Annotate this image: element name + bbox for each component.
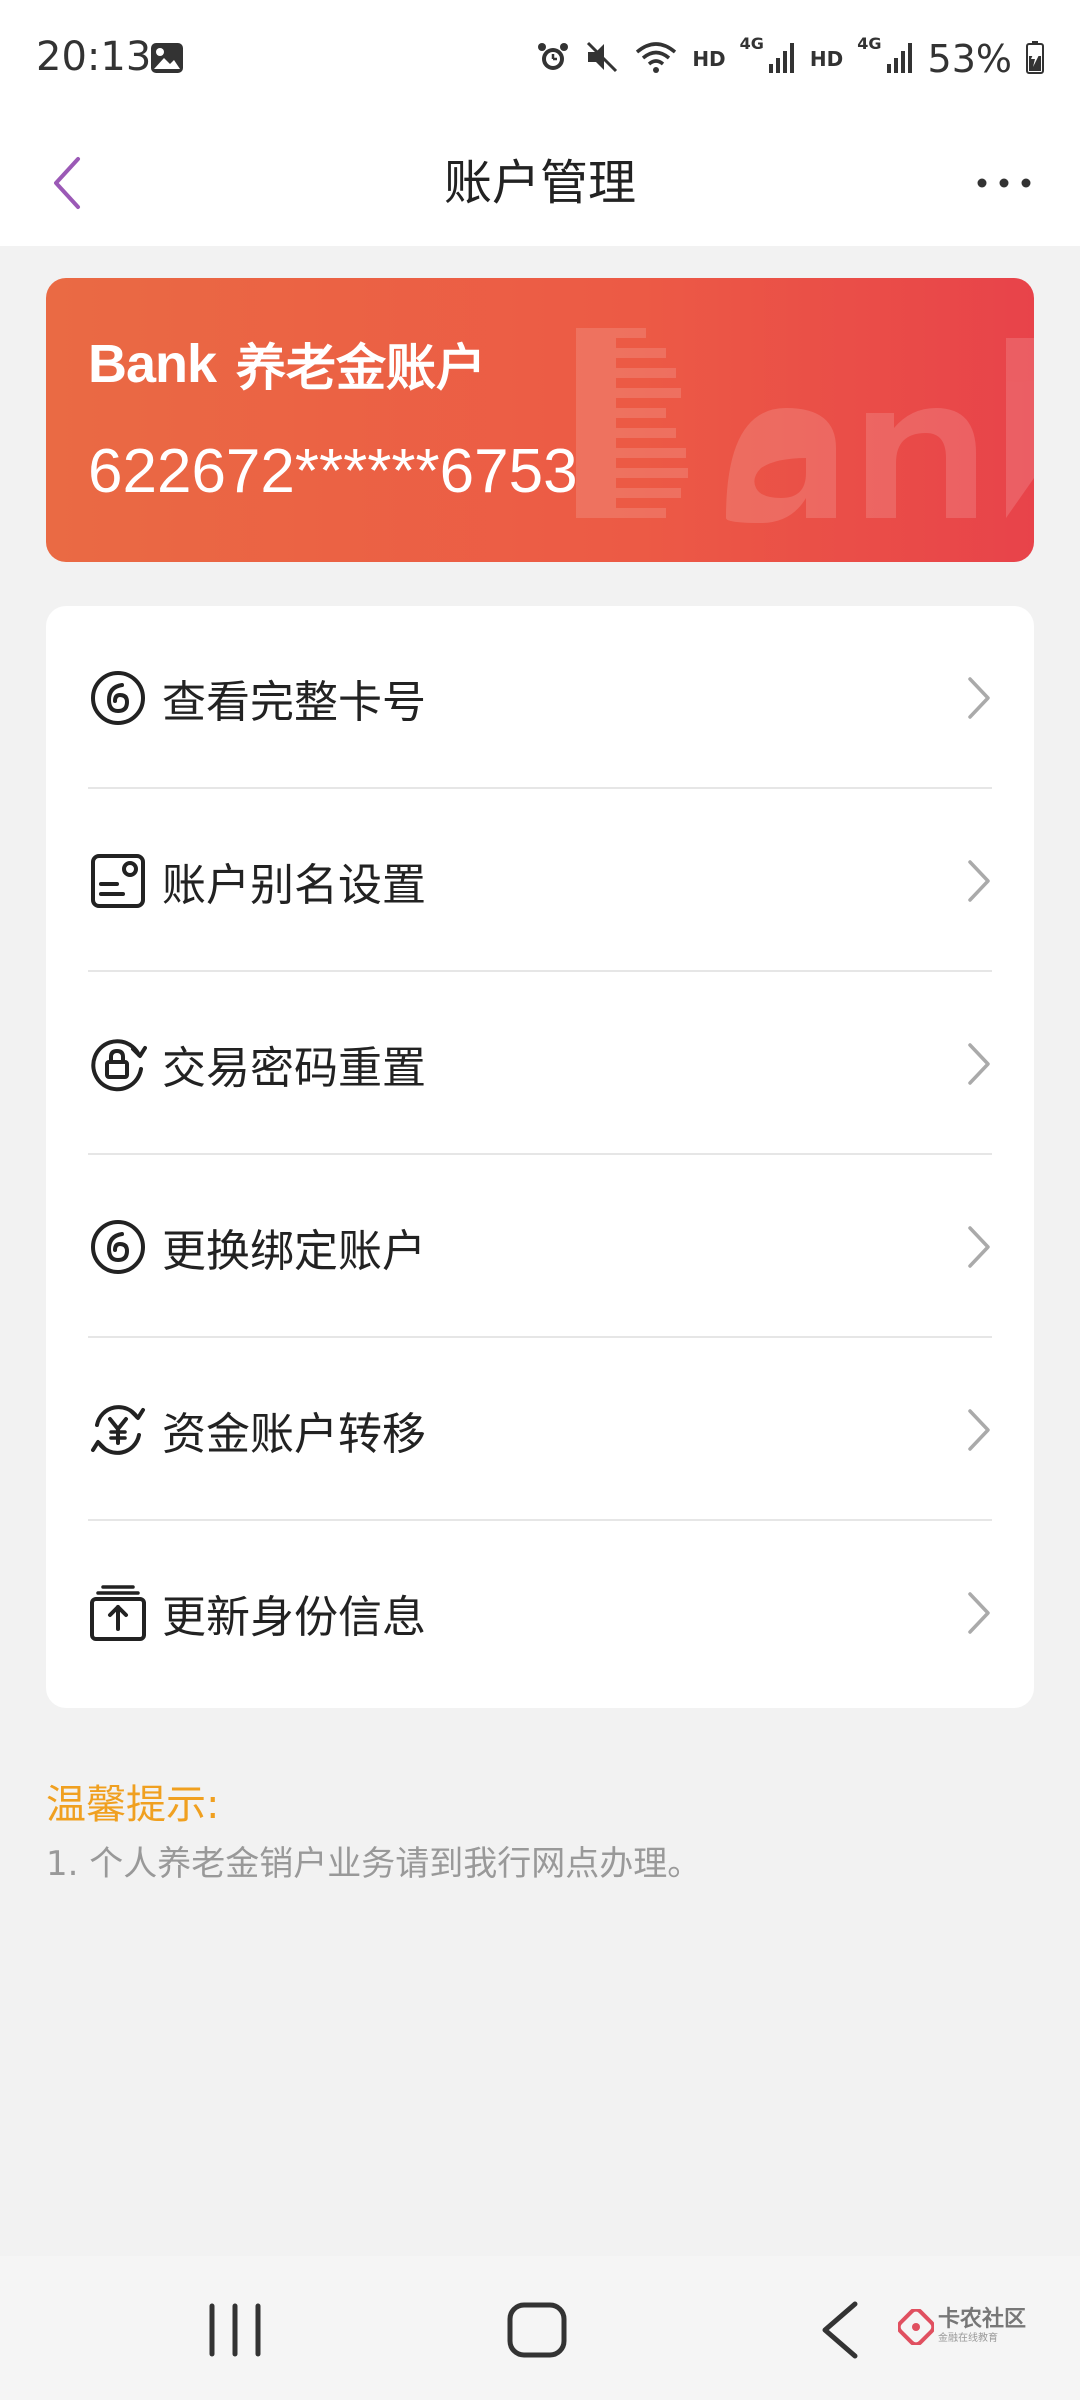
chevron-right-icon	[968, 1408, 990, 1451]
watermark-name: 卡农社区	[938, 2307, 1027, 2332]
battery-percent: 53%	[927, 37, 1012, 81]
menu-item-view-card-number[interactable]: 查看完整卡号	[46, 606, 1034, 789]
watermark-logo: 卡农社区 金融在线教育	[898, 2308, 1026, 2346]
menu-item-label: 资金账户转移	[162, 1408, 426, 1460]
tips-title: 温馨提示:	[46, 1782, 220, 1828]
network-type-2: 4G	[857, 34, 882, 53]
app-header: 账户管理	[0, 120, 1080, 246]
chevron-right-icon	[968, 676, 990, 719]
chevron-right-icon	[968, 1591, 990, 1634]
menu-item-label: 账户别名设置	[162, 859, 426, 911]
menu-item-label: 更新身份信息	[162, 1591, 426, 1643]
signal-icon	[768, 40, 796, 78]
recents-icon[interactable]	[200, 2300, 270, 2360]
menu-item-change-bound-account[interactable]: 更换绑定账户	[46, 1155, 1034, 1338]
network-type-1: 4G	[739, 34, 764, 53]
page-title: 账户管理	[443, 155, 636, 211]
home-icon[interactable]	[505, 2300, 569, 2360]
card-title: 养老金账户	[236, 339, 487, 397]
card-number-icon	[88, 668, 148, 728]
status-bar: 20:13 HD 4G HD 4G 53%	[0, 0, 1080, 120]
system-nav-bar: 卡农社区 金融在线教育	[0, 2256, 1080, 2400]
gallery-icon	[150, 42, 184, 74]
bank-logo: Bank	[88, 334, 217, 394]
back-icon[interactable]	[815, 2298, 865, 2362]
menu-item-password-reset[interactable]: 交易密码重置	[46, 972, 1034, 1155]
chevron-right-icon	[968, 1042, 990, 1085]
hd-indicator-2: HD	[809, 47, 844, 71]
more-dots-icon	[977, 178, 1031, 188]
chevron-right-icon	[968, 1225, 990, 1268]
lock-reset-icon	[88, 1034, 148, 1094]
chevron-right-icon	[968, 859, 990, 902]
kanong-logo-icon	[898, 2309, 934, 2345]
hd-indicator-1: HD	[692, 47, 726, 71]
alias-card-icon	[88, 851, 148, 911]
bind-account-icon	[88, 1217, 148, 1277]
more-button[interactable]	[954, 140, 1054, 226]
bank-watermark-icon	[576, 328, 1034, 523]
menu-item-label: 查看完整卡号	[162, 676, 426, 728]
menu-item-fund-transfer[interactable]: 资金账户转移	[46, 1338, 1034, 1521]
card-header: Bank 养老金账户	[88, 328, 486, 400]
wifi-icon	[634, 40, 678, 78]
card-number: 622672******6753	[88, 437, 578, 506]
status-time: 20:13	[36, 34, 152, 80]
upload-id-icon	[88, 1583, 148, 1643]
status-icons: HD 4G HD 4G 53%	[536, 34, 1044, 84]
mute-icon	[584, 40, 620, 78]
watermark-sub: 金融在线教育	[938, 2333, 998, 2344]
menu-item-label: 交易密码重置	[162, 1042, 426, 1094]
account-card: Bank 养老金账户 622672******6753	[46, 278, 1034, 562]
tips-text: 1. 个人养老金销户业务请到我行网点办理。	[46, 1844, 702, 1884]
menu-item-update-identity[interactable]: 更新身份信息	[46, 1521, 1034, 1704]
menu-item-alias-setting[interactable]: 账户别名设置	[46, 789, 1034, 972]
signal-icon-2	[886, 40, 914, 78]
yuan-transfer-icon	[88, 1400, 148, 1460]
menu-list: 查看完整卡号 账户别名设置 交易密码重置 更换绑定账户 资金账户转移 更新身份信…	[46, 606, 1034, 1708]
battery-icon	[1026, 40, 1044, 78]
alarm-icon	[536, 40, 570, 78]
menu-item-label: 更换绑定账户	[162, 1225, 426, 1277]
